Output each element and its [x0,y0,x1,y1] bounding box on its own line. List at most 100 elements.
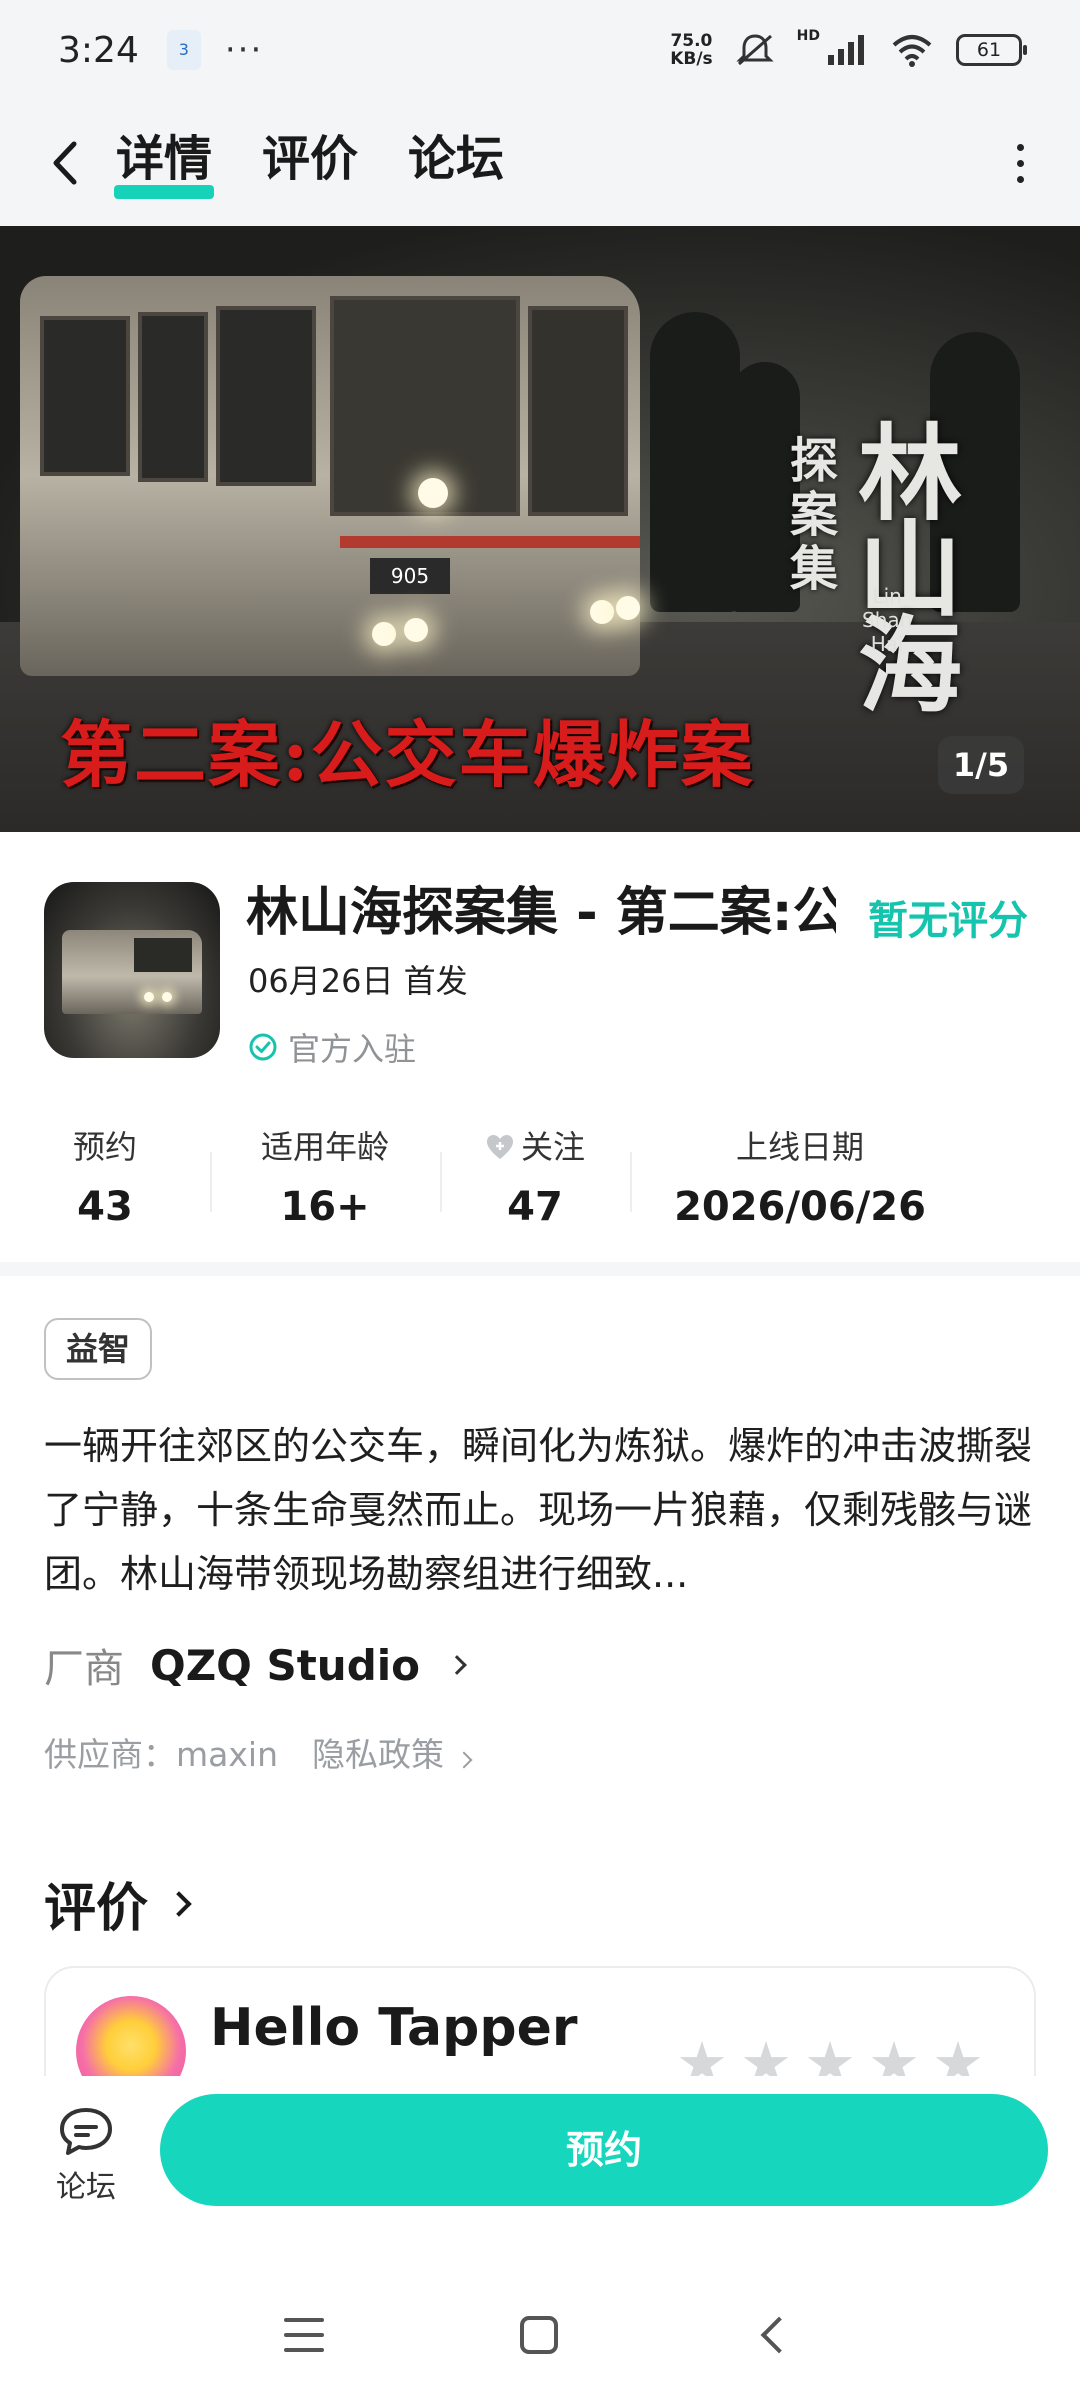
bus-window [138,312,208,482]
icon-bus-light [144,992,154,1002]
heart-plus-icon [486,1135,513,1159]
stats-row: 预约 43 适用年龄 16+ 关注 47 上线日期 2026/06/26 [0,1122,1080,1232]
privacy-policy-link[interactable]: 隐私政策 [311,1728,473,1776]
network-speed-value: 75.0 [670,31,713,51]
bus-interior-light [418,478,448,508]
back-button[interactable] [40,133,90,193]
star-icon: ★ [740,2029,792,2076]
bus-headlight [404,618,428,642]
bus-number-plate: 905 [370,558,450,594]
media-carousel[interactable]: 905 探案集 林山海 Lin Shan Hai 第二案:公交车爆炸案 1/5 [0,226,1080,832]
more-dot [1016,175,1024,183]
stat-reservations: 预约 43 [0,1122,210,1232]
section-divider [0,1262,1080,1276]
reviewer-name: Hello Tapper [210,1998,578,2058]
game-info-section: 林山海探案集 - 第二案:公交车爆炸案 暂无评分 06月26日 首发 官方入驻 … [0,832,1080,1262]
more-options-button[interactable] [1000,133,1040,193]
chevron-right-icon [447,1655,467,1675]
vendor-row[interactable]: 厂商 QZQ Studio [44,1636,467,1694]
privacy-policy-label: 隐私政策 [311,1735,444,1774]
header-nav: 详情 评价 论坛 [0,100,1080,226]
status-time: 3:24 [58,29,139,71]
menu-line [284,2333,324,2337]
avatar [76,1996,186,2076]
bus-window [216,306,316,486]
forum-label: 论坛 [56,2170,116,2205]
rating-label: 暂无评分 [868,898,1028,944]
vendor-name: QZQ Studio [150,1640,421,1690]
system-navigation-bar [0,2254,1080,2400]
star-rating: ★ ★ ★ ★ ★ [676,2034,984,2076]
carousel-page-indicator: 1/5 [938,736,1024,794]
stat-label-follow: 关注 [485,1122,585,1172]
logo-en-line: Lin [872,584,902,608]
genre-tag[interactable]: 益智 [44,1318,153,1380]
reserve-button[interactable]: 预约 [160,2094,1048,2206]
hd-label: HD [796,28,820,44]
logo-en-line: Hai [870,632,904,656]
bus-headlight [372,622,396,646]
stat-label: 上线日期 [735,1128,864,1166]
status-more-indicator: ··· [224,30,264,70]
game-title: 林山海探案集 - 第二案:公交车爆炸案 [246,883,836,943]
bottom-action-bar: 论坛 预约 [0,2076,1080,2254]
signal-icon [828,35,864,65]
icon-bus-window [134,938,192,972]
star-icon: ★ [868,2029,920,2076]
icon-bus-light [162,992,172,1002]
stat-value: 47 [507,1184,563,1230]
game-logo-title: 林山海 [858,412,963,727]
bus-windshield [528,306,628,516]
stat-launch-date: 上线日期 2026/06/26 [630,1122,970,1232]
release-info: 06月26日 首发 [248,962,468,1000]
network-speed: 75.0 KB/s [670,32,712,68]
menu-line [284,2348,324,2352]
forum-button[interactable]: 论坛 [36,2106,136,2226]
stat-label: 预约 [72,1128,137,1166]
chevron-right-icon [455,1751,473,1769]
official-label: 官方入驻 [288,1030,417,1068]
official-badge: 官方入驻 [248,1024,416,1070]
supplier-row: 供应商：maxin 隐私政策 [44,1728,473,1776]
chat-bubble-icon [60,2108,112,2155]
stat-label-text: 关注 [520,1128,585,1166]
banner-title: 第二案:公交车爆炸案 [60,712,755,797]
wifi-icon [892,35,932,67]
tab-details[interactable]: 详情 [113,123,215,203]
game-logo-subtitle: 探案集 [790,433,839,597]
logo-en-line: Shan [862,608,913,632]
banner-tree [650,312,740,612]
status-right-group: 75.0 KB/s HD 61 [670,28,1027,68]
reviews-title: 评价 [44,1879,149,1939]
star-icon: ★ [932,2029,984,2076]
stat-value: 43 [77,1184,133,1230]
menu-line [284,2318,324,2322]
game-description[interactable]: 一辆开往郊区的公交车，瞬间化为炼狱。爆炸的冲击波撕裂了宁静，十条生命戛然而止。现… [44,1414,1039,1606]
recents-menu-button[interactable] [284,2318,324,2352]
stat-followers[interactable]: 关注 47 [440,1122,630,1232]
app-notification-icon: 3 [166,30,201,70]
game-logo-english: Lin Shan Hai [862,584,912,656]
more-dot [1016,159,1024,167]
bus-illustration: 905 [20,256,640,676]
more-dot [1016,143,1024,151]
bus-stripe [340,536,640,548]
bus-window [40,316,130,476]
stat-age-rating: 适用年龄 16+ [210,1122,440,1232]
star-icon: ★ [676,2029,728,2076]
chevron-left-icon [53,141,77,185]
reviews-header-link[interactable]: 评价 [44,1866,192,1941]
star-icon: ★ [804,2029,856,2076]
verified-check-icon [249,1033,277,1061]
network-speed-unit: KB/s [670,49,713,69]
tab-forum[interactable]: 论坛 [408,123,504,203]
home-button[interactable] [520,2316,558,2354]
vendor-label: 厂商 [44,1646,124,1692]
supplier-text: 供应商：maxin [44,1735,278,1774]
tab-reviews[interactable]: 评价 [262,123,358,203]
mute-icon [736,34,774,66]
review-card[interactable]: Hello Tapper ★ ★ ★ ★ ★ [44,1966,1036,2076]
system-back-button[interactable] [760,2316,798,2354]
bus-headlight [616,596,640,620]
stat-value: 2026/06/26 [674,1184,926,1230]
